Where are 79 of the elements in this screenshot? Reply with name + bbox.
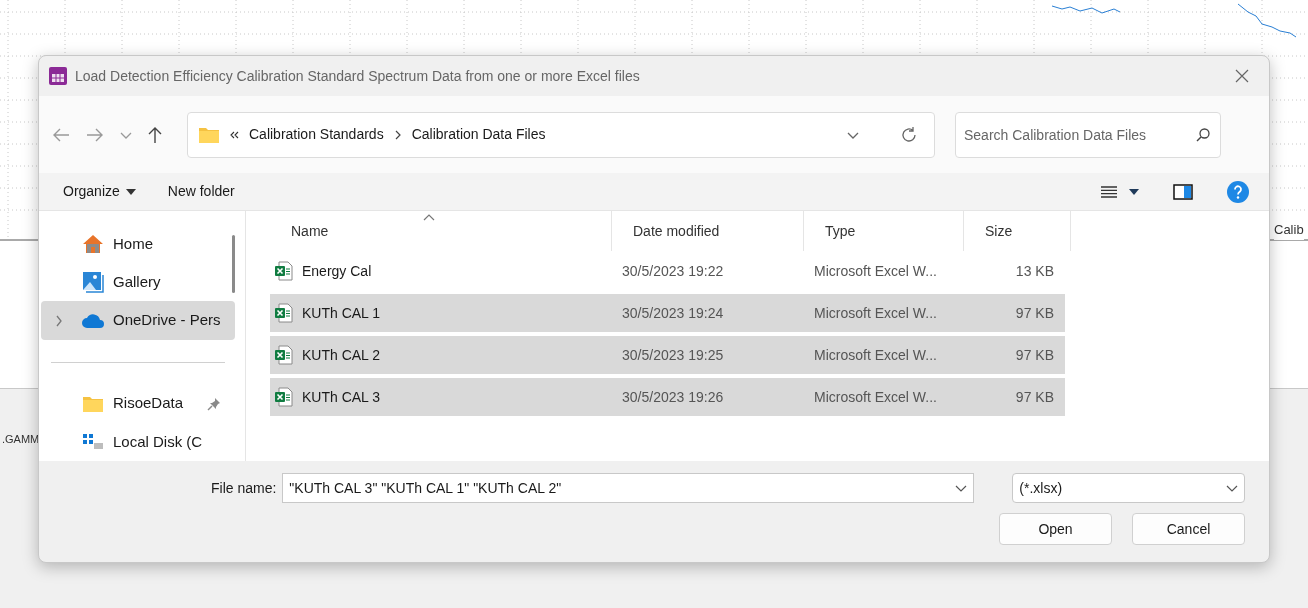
column-header[interactable]: Type (804, 211, 964, 251)
nav-item[interactable]: RisoeData (41, 384, 235, 423)
file-row[interactable]: KUTh CAL 3 30/5/2023 19:26 Microsoft Excel W... 97 KB (270, 378, 1065, 416)
caret-icon (1129, 188, 1139, 195)
size-cell-text: 97 KB (1014, 387, 1054, 407)
column-header[interactable]: Name (270, 211, 612, 251)
organize-menu-button[interactable]: Organize (51, 176, 148, 207)
type-cell-text: Microsoft Excel W... (813, 345, 938, 365)
chevron-down-icon (1226, 484, 1238, 492)
open-button[interactable]: Open (999, 513, 1112, 545)
spreadsheet-file-icon (274, 261, 294, 281)
file-row[interactable]: KUTh CAL 2 30/5/2023 19:25 Microsoft Excel W... 97 KB (270, 336, 1065, 374)
search-icon (1195, 126, 1211, 143)
caret-icon (125, 188, 136, 195)
file-name: KUTh CAL 3 (302, 387, 381, 407)
sort-ascending-icon (423, 214, 435, 221)
spreadsheet-file-icon (274, 303, 294, 323)
nav-item-label: Gallery (113, 272, 161, 293)
file-row[interactable]: Energy Cal 30/5/2023 19:22 Microsoft Excel W... 13 KB (270, 252, 1065, 290)
axis-label: .GAMM (2, 432, 40, 447)
list-view-icon (1101, 185, 1117, 198)
column-header[interactable]: Size (964, 211, 1071, 251)
file-row[interactable]: KUTh CAL 1 30/5/2023 19:24 Microsoft Excel W... 97 KB (270, 294, 1065, 332)
file-type-value: (*.xlsx) (1019, 478, 1064, 498)
date-cell-text: 30/5/2023 19:26 (621, 387, 725, 407)
nav-item-label: Local Disk (C (113, 431, 203, 452)
spreadsheet-file-icon (274, 345, 294, 365)
size-cell-text: 97 KB (1014, 345, 1054, 365)
file-name-value: "KUTh CAL 3" "KUTh CAL 1" "KUTh CAL 2" (289, 478, 563, 498)
gallery-icon (82, 271, 104, 294)
nav-item-label: Home (113, 233, 153, 254)
breadcrumb[interactable]: Calibration Data Files (411, 124, 546, 145)
nav-item[interactable]: Local Disk (C (41, 422, 235, 461)
search-field[interactable]: Search Calibration Data Files (955, 111, 1221, 158)
nav-item[interactable]: Gallery (41, 263, 235, 302)
cancel-button[interactable]: Cancel (1132, 513, 1245, 545)
folder-icon (82, 394, 104, 413)
file-name: Energy Cal (302, 261, 372, 281)
forward-arrow-icon[interactable] (85, 126, 105, 143)
date-cell-text: 30/5/2023 19:25 (621, 345, 725, 365)
nav-item-label: RisoeData (113, 393, 184, 414)
cloud-icon (81, 312, 105, 329)
size-cell-text: 13 KB (1014, 261, 1054, 281)
pin-icon (207, 396, 222, 411)
help-icon[interactable] (1227, 180, 1249, 203)
chevron-right-icon (393, 129, 402, 140)
drive-icon (82, 432, 104, 451)
file-name-combobox[interactable]: "KUTh CAL 3" "KUTh CAL 1" "KUTh CAL 2" (282, 473, 975, 503)
spreadsheet-file-icon (274, 387, 294, 407)
window-title: Load Detection Efficiency Calibration Standard Spectrum Data from one or more Excel files (75, 66, 641, 86)
folder-icon (198, 125, 220, 144)
date-cell-text: 30/5/2023 19:24 (621, 303, 725, 323)
nav-item-label: OneDrive - Pers (113, 310, 221, 331)
address-bar[interactable]: Calibration Standards Calibration Data Files (187, 111, 935, 158)
nav-item[interactable]: Home (41, 225, 235, 264)
close-icon (1235, 69, 1249, 83)
chevron-down-icon (955, 484, 968, 492)
type-cell-text: Microsoft Excel W... (813, 303, 938, 323)
app-icon (49, 67, 67, 85)
nav-item[interactable]: OneDrive - Pers (41, 301, 235, 340)
column-header[interactable]: Date modified (612, 211, 804, 251)
double-chevron-icon[interactable] (230, 130, 239, 139)
back-arrow-icon[interactable] (51, 126, 71, 143)
breadcrumb[interactable]: Calibration Standards (249, 124, 384, 145)
type-cell-text: Microsoft Excel W... (813, 261, 938, 281)
date-cell-text: 30/5/2023 19:22 (621, 261, 725, 281)
size-cell-text: 97 KB (1014, 303, 1054, 323)
scrollbar-thumb[interactable] (232, 235, 235, 293)
file-name: KUTh CAL 2 (302, 345, 381, 365)
chevron-right-icon[interactable] (55, 315, 63, 328)
file-name: KUTh CAL 1 (302, 303, 381, 323)
file-type-dropdown[interactable]: (*.xlsx) (1012, 473, 1245, 503)
up-arrow-icon[interactable] (147, 125, 163, 144)
home-icon (82, 234, 104, 255)
new-folder-button[interactable]: New folder (155, 176, 247, 207)
preview-pane-icon[interactable] (1173, 183, 1193, 200)
type-cell-text: Microsoft Excel W... (813, 387, 938, 407)
file-name-label: File name: (211, 478, 277, 498)
refresh-icon[interactable] (900, 125, 918, 144)
